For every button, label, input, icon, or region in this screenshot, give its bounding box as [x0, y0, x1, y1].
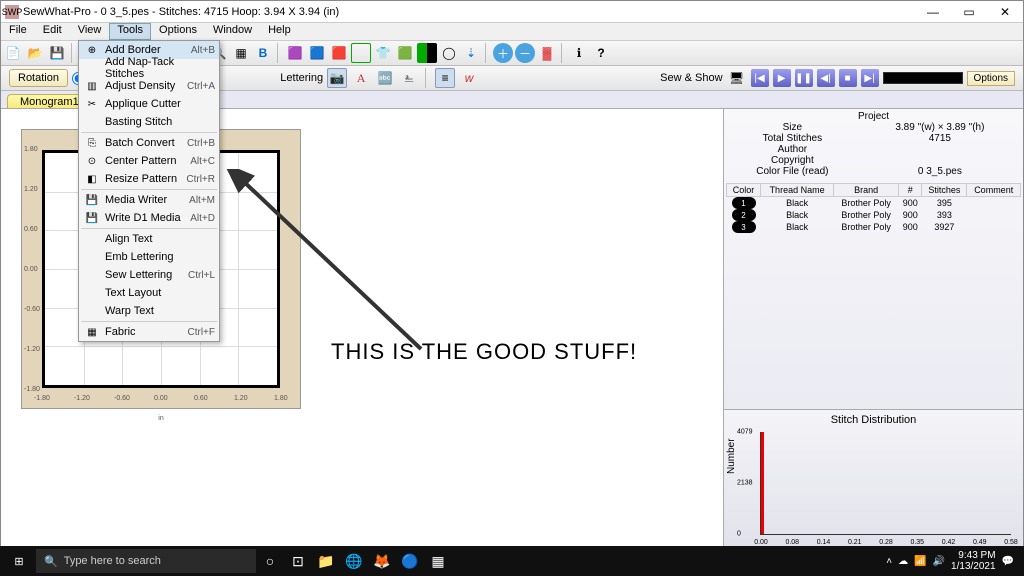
card-a-icon[interactable]: 🟪	[285, 43, 305, 63]
screen-icon[interactable]: 🖥	[727, 68, 747, 88]
letter-a3-icon[interactable]: 🔤	[375, 68, 395, 88]
minimize-button[interactable]: —	[915, 1, 951, 23]
menu-item-text-layout[interactable]: Text Layout	[79, 284, 219, 302]
clock[interactable]: 9:43 PM1/13/2021	[951, 550, 996, 572]
tray-chevron-icon[interactable]: ˄	[886, 556, 892, 567]
menu-item-adjust-density[interactable]: ▥Adjust DensityCtrl+A	[79, 77, 219, 95]
warp-icon[interactable]: w	[459, 68, 479, 88]
firefox-icon[interactable]: 🦊	[368, 547, 396, 575]
tray-wifi-icon[interactable]: 📶	[914, 556, 926, 567]
needle-icon[interactable]: ⇣	[461, 43, 481, 63]
tray-volume-icon[interactable]: 🔊	[933, 556, 945, 567]
options-button[interactable]: Options	[967, 71, 1015, 86]
menu-help[interactable]: Help	[260, 23, 299, 40]
menu-item-basting-stitch[interactable]: Basting Stitch	[79, 113, 219, 131]
menu-item-warp-text[interactable]: Warp Text	[79, 302, 219, 320]
menu-item-add-nap-tack-stitches[interactable]: Add Nap-Tack Stitches	[79, 59, 219, 77]
project-heading: Project	[726, 111, 1021, 122]
taskview-icon[interactable]: ⊡	[284, 547, 312, 575]
menu-item-media-writer[interactable]: 💾Media WriterAlt+M	[79, 191, 219, 209]
card-c-icon[interactable]: 🟥	[329, 43, 349, 63]
annotation-text: THIS IS THE GOOD STUFF!	[331, 339, 637, 365]
menu-item-center-pattern[interactable]: ⊙Center PatternAlt+C	[79, 152, 219, 170]
axis-unit: in	[158, 415, 163, 422]
play-first-button[interactable]: |◀	[751, 69, 769, 87]
new-icon[interactable]: 📄	[3, 43, 23, 63]
notifications-icon[interactable]: 💬	[1002, 556, 1014, 567]
about-icon[interactable]: ℹ	[569, 43, 589, 63]
play-last-button[interactable]: ▶|	[861, 69, 879, 87]
chrome-icon[interactable]: 🔵	[396, 547, 424, 575]
app-icon: SWP	[5, 5, 19, 19]
menu-item-write-d1-media[interactable]: 💾Write D1 MediaAlt+D	[79, 209, 219, 227]
zoom-out-icon[interactable]: －	[515, 43, 535, 63]
step-back-button[interactable]: ◀|	[817, 69, 835, 87]
right-panel: Project Size3.89 "(w) × 3.89 "(h)Total S…	[723, 109, 1023, 559]
color-a-icon[interactable]: 🟩	[395, 43, 415, 63]
textb-icon[interactable]: B	[253, 43, 273, 63]
system-tray[interactable]: ˄ ☁ 📶 🔊 9:43 PM1/13/2021 💬	[886, 550, 1020, 572]
search-icon: 🔍	[44, 555, 58, 568]
menu-item-sew-lettering[interactable]: Sew LetteringCtrl+L	[79, 266, 219, 284]
titlebar: SWP SewWhat-Pro - 0 3_5.pes - Stitches: …	[1, 1, 1023, 23]
start-button[interactable]: ⊞	[4, 546, 34, 576]
close-button[interactable]: ✕	[987, 1, 1023, 23]
menu-view[interactable]: View	[70, 23, 110, 40]
menu-window[interactable]: Window	[205, 23, 260, 40]
save-icon[interactable]: 💾	[47, 43, 67, 63]
color-b-icon[interactable]	[417, 43, 437, 63]
edge-icon[interactable]: 🌐	[340, 547, 368, 575]
menu-item-align-text[interactable]: Align Text	[79, 230, 219, 248]
letter-a4-icon[interactable]: ⎁	[399, 68, 419, 88]
project-properties: Project Size3.89 "(w) × 3.89 "(h)Total S…	[724, 109, 1023, 235]
playback-slider[interactable]	[883, 72, 963, 84]
menu-item-fabric[interactable]: ▦FabricCtrl+F	[79, 323, 219, 341]
stitch-distribution-chart: Stitch Distribution Number 0.000.080.140…	[724, 409, 1023, 559]
pause-button[interactable]: ❚❚	[795, 69, 813, 87]
app-window: SWP SewWhat-Pro - 0 3_5.pes - Stitches: …	[0, 0, 1024, 576]
explorer-icon[interactable]: 📁	[312, 547, 340, 575]
menu-item-applique-cutter[interactable]: ✂Applique Cutter	[79, 95, 219, 113]
sewshow-label: Sew & Show	[660, 72, 722, 84]
rotation-button[interactable]: Rotation	[9, 69, 68, 87]
stop-button[interactable]: ■	[839, 69, 857, 87]
hoop-icon[interactable]: ◯	[439, 43, 459, 63]
zoom-in-icon[interactable]: ＋	[493, 43, 513, 63]
shirt-icon[interactable]: 👕	[373, 43, 393, 63]
maximize-button[interactable]: ▭	[951, 1, 987, 23]
play-button[interactable]: ▶	[773, 69, 791, 87]
grid4-icon[interactable]: ▓	[537, 43, 557, 63]
taskbar-search[interactable]: 🔍 Type here to search	[36, 549, 256, 573]
border-icon[interactable]	[351, 43, 371, 63]
thread-table: ColorThread NameBrand#StitchesComment1Bl…	[726, 183, 1021, 233]
menu-edit[interactable]: Edit	[35, 23, 70, 40]
menu-item-batch-convert[interactable]: ⎘Batch ConvertCtrl+B	[79, 134, 219, 152]
tray-cloud-icon[interactable]: ☁	[898, 556, 908, 567]
tools-menu-dropdown: ⊕Add BorderAlt+BAdd Nap-Tack Stitches▥Ad…	[78, 40, 220, 342]
search-placeholder: Type here to search	[64, 555, 161, 567]
menu-options[interactable]: Options	[151, 23, 205, 40]
lettering-label: Lettering	[280, 72, 323, 84]
menubar: FileEditViewToolsOptionsWindowHelp	[1, 23, 1023, 41]
menu-item-emb-lettering[interactable]: Emb Lettering	[79, 248, 219, 266]
letter-a2-icon[interactable]: A	[351, 68, 371, 88]
app-taskbar-icon[interactable]: ▦	[424, 547, 452, 575]
window-title: SewWhat-Pro - 0 3_5.pes - Stitches: 4715…	[23, 6, 339, 18]
grid-icon[interactable]: ▦	[231, 43, 251, 63]
windows-taskbar: ⊞ 🔍 Type here to search ○ ⊡ 📁 🌐 🦊 🔵 ▦ ˄ …	[0, 546, 1024, 576]
card-b-icon[interactable]: 🟦	[307, 43, 327, 63]
cortana-icon[interactable]: ○	[256, 547, 284, 575]
menu-file[interactable]: File	[1, 23, 35, 40]
open-icon[interactable]: 📂	[25, 43, 45, 63]
letter-a1-icon[interactable]: 📷	[327, 68, 347, 88]
menu-item-resize-pattern[interactable]: ◧Resize PatternCtrl+R	[79, 170, 219, 188]
align-icon[interactable]: ≡	[435, 68, 455, 88]
help-icon[interactable]: ?	[591, 43, 611, 63]
menu-tools[interactable]: Tools	[109, 23, 151, 40]
